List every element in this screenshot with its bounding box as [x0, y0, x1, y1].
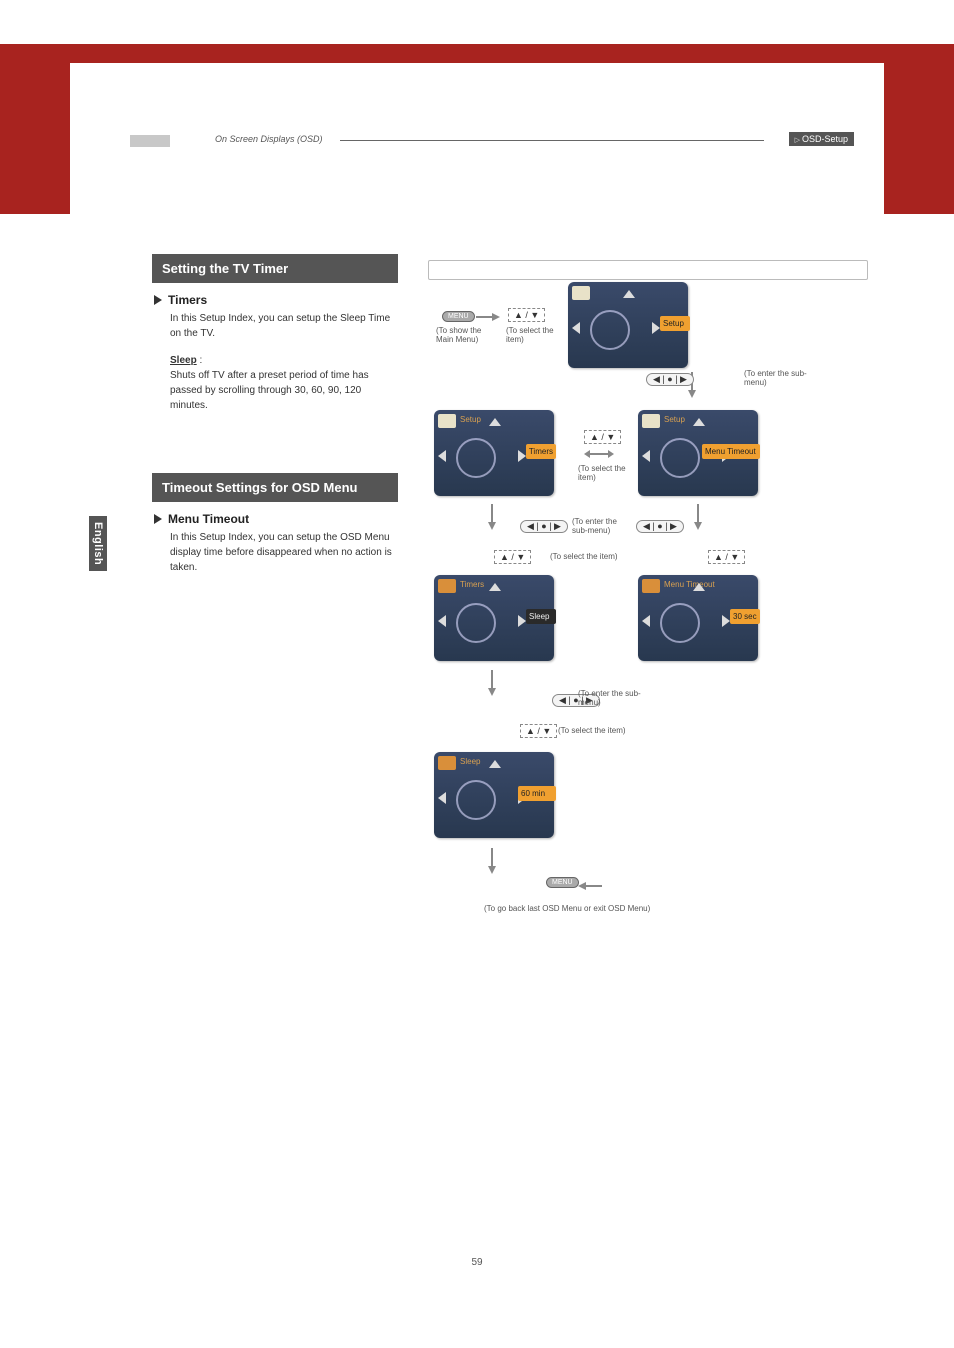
updown-key-icon: ▲ / ▼ — [584, 430, 621, 444]
arrow-left-icon — [578, 882, 602, 890]
language-tab: English — [89, 516, 107, 571]
page: On Screen Displays (OSD) OSD-Setup Engli… — [0, 0, 954, 1348]
tile-label-60min: 60 min — [518, 786, 556, 801]
diagram-frame — [428, 260, 868, 280]
updown-key-icon: ▲ / ▼ — [708, 550, 745, 564]
caption-select-item-1: (To select the item) — [506, 326, 556, 344]
corner-icon — [642, 414, 660, 428]
tile-toplabel-setup-l: Setup — [460, 415, 481, 424]
page-body — [70, 63, 884, 1303]
tile-toplabel-menutimeout: Menu Timeout — [664, 580, 715, 589]
gear-icon — [438, 756, 456, 770]
tile-toplabel-setup-r: Setup — [664, 415, 685, 424]
header-accent — [130, 135, 170, 147]
updown-key-icon: ▲ / ▼ — [508, 308, 545, 322]
header-badge: OSD-Setup — [789, 132, 854, 146]
nav-key-icon: ◀ | ● | ▶ — [646, 373, 694, 386]
gear-icon — [642, 579, 660, 593]
sleep-label: Sleep — [170, 355, 197, 366]
nav-key-icon: ◀ | ● | ▶ — [520, 520, 568, 533]
arrow-right-icon — [476, 313, 500, 321]
gear-icon — [438, 579, 456, 593]
arrow-down-icon — [694, 504, 702, 530]
caption-enter-sub-1: (To enter the sub-menu) — [744, 369, 824, 387]
osd-tile-menutimeout: Menu Timeout 30 sec — [638, 575, 758, 661]
arrow-down-icon — [488, 848, 496, 874]
caption-select-item-2: (To select the item) — [578, 464, 633, 482]
updown-key-icon: ▲ / ▼ — [520, 724, 557, 738]
caption-go-back: (To go back last OSD Menu or exit OSD Me… — [484, 904, 724, 913]
desc-timers: In this Setup Index, you can setup the S… — [170, 311, 398, 341]
tile-toplabel-timers: Timers — [460, 580, 484, 589]
heading-timers: Timers — [154, 293, 398, 307]
breadcrumb: On Screen Displays (OSD) — [215, 134, 323, 144]
desc-menu-timeout: In this Setup Index, you can setup the O… — [170, 530, 398, 575]
content-left: Setting the TV Timer Timers In this Setu… — [152, 254, 398, 589]
nav-key-icon: ◀ | ● | ▶ — [636, 520, 684, 533]
subheading-sleep: Sleep : — [170, 355, 398, 366]
tile-label-timers: Timers — [526, 444, 556, 459]
caption-select-item-3: (To select the item) — [550, 552, 640, 561]
osd-tile-setup-right: Setup Menu Timeout — [638, 410, 758, 496]
caption-select-item-4: (To select the item) — [558, 726, 658, 735]
desc-sleep: Shuts off TV after a preset period of ti… — [170, 368, 398, 413]
header-row: On Screen Displays (OSD) OSD-Setup — [130, 135, 854, 155]
menu-button-icon: MENU — [546, 877, 579, 888]
heading-menu-timeout: Menu Timeout — [154, 512, 398, 526]
tile-label-30sec: 30 sec — [730, 609, 760, 624]
updown-key-icon: ▲ / ▼ — [494, 550, 531, 564]
tile-label-menutimeout: Menu Timeout — [702, 444, 760, 459]
osd-tile-setup-left: Setup Timers — [434, 410, 554, 496]
section-title-timer: Setting the TV Timer — [152, 254, 398, 283]
caption-enter-sub-2: (To enter the sub-menu) — [572, 517, 632, 535]
arrow-down-icon — [488, 504, 496, 530]
sleep-colon: : — [197, 355, 203, 366]
arrow-down-icon — [488, 670, 496, 696]
osd-tile-setup: Setup — [568, 282, 688, 368]
menu-button-icon: MENU — [442, 311, 475, 322]
osd-tile-sleep: Sleep 60 min — [434, 752, 554, 838]
corner-icon — [438, 414, 456, 428]
header-rule — [340, 140, 764, 141]
double-arrow-icon — [584, 450, 614, 458]
caption-show-main: (To show the Main Menu) — [436, 326, 486, 344]
osd-tile-timers: Timers Sleep — [434, 575, 554, 661]
tile-label-sleep: Sleep — [526, 609, 556, 624]
section-title-timeout: Timeout Settings for OSD Menu — [152, 473, 398, 502]
tile-toplabel-sleep: Sleep — [460, 757, 480, 766]
corner-icon — [572, 286, 590, 300]
caption-enter-sub-3: (To enter the sub-menu) — [578, 689, 648, 707]
tile-label-setup: Setup — [660, 316, 690, 331]
page-number: 59 — [0, 1257, 954, 1268]
